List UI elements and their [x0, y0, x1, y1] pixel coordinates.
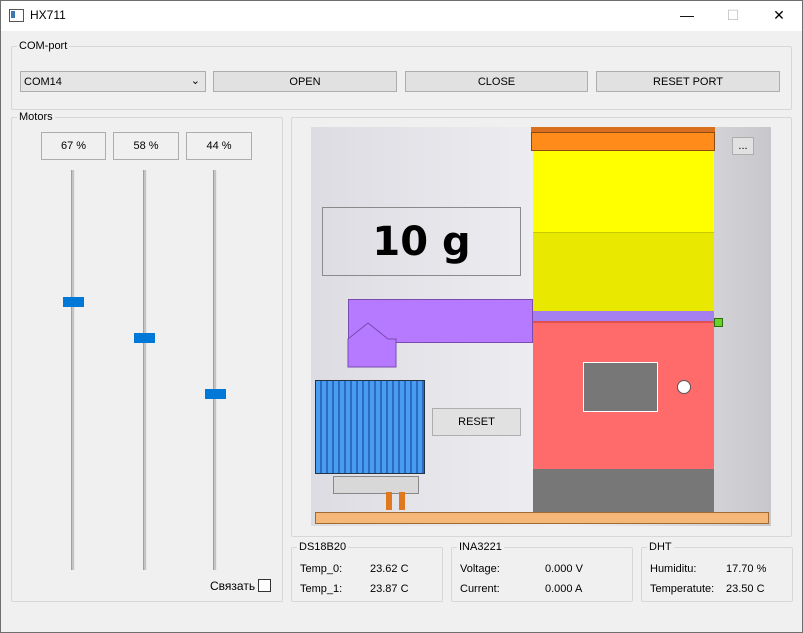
link-motors-label: Связать — [210, 579, 256, 593]
temp0-value: 23.62 C — [370, 563, 409, 575]
machine-display — [583, 362, 658, 412]
chevron-down-icon: ⌄ — [190, 75, 200, 87]
temp0-label: Temp_0: — [300, 563, 343, 575]
motor-leg-left — [386, 492, 392, 510]
motor-leg-right — [399, 492, 405, 510]
hopper-top — [531, 132, 715, 151]
motor-3-percent: 44 % — [186, 132, 252, 160]
motor-1-percent: 67 % — [41, 132, 106, 160]
window-title: HX711 — [30, 8, 66, 22]
minimize-button[interactable]: — — [664, 0, 710, 30]
temp1-value: 23.87 C — [370, 583, 409, 595]
sensor-dot — [714, 318, 723, 327]
fan-block — [315, 380, 425, 474]
motor-2-percent: 58 % — [113, 132, 179, 160]
indicator-light — [677, 380, 691, 394]
scale-scene: 10 g RESET ... — [311, 127, 771, 526]
pipe-elbow — [347, 322, 397, 368]
motors-group-label: Motors — [17, 111, 55, 123]
motor-1-slider-thumb[interactable] — [63, 297, 84, 307]
current-label: Current: — [460, 583, 500, 595]
temperature-value: 23.50 C — [726, 583, 765, 595]
motor-2-slider-track[interactable] — [143, 170, 147, 570]
close-port-button[interactable]: CLOSE — [405, 71, 588, 92]
motor-1-slider-track[interactable] — [71, 170, 75, 570]
scene-floor — [315, 512, 769, 524]
com-port-select[interactable]: COM14 ⌄ — [20, 71, 206, 92]
motor-mount — [333, 476, 419, 494]
maximize-button[interactable]: ☐ — [710, 0, 756, 30]
motors-group — [11, 117, 283, 602]
temp1-label: Temp_1: — [300, 583, 343, 595]
ina3221-group-label: INA3221 — [457, 541, 504, 553]
temperature-label: Temperatute: — [650, 583, 715, 595]
com-port-select-value: COM14 — [24, 75, 62, 88]
hopper-upper — [533, 151, 714, 232]
hopper-divider — [533, 311, 714, 321]
voltage-label: Voltage: — [460, 563, 500, 575]
more-options-button[interactable]: ... — [732, 137, 754, 155]
app-icon — [9, 9, 24, 22]
humidity-label: Humiditu: — [650, 563, 697, 575]
voltage-value: 0.000 V — [545, 563, 583, 575]
ds18b20-group-label: DS18B20 — [297, 541, 349, 553]
reset-port-button[interactable]: RESET PORT — [596, 71, 780, 92]
motor-3-slider-track[interactable] — [213, 170, 217, 570]
link-motors-checkbox[interactable] — [258, 579, 271, 592]
current-value: 0.000 A — [545, 583, 583, 595]
machine-base — [533, 469, 714, 512]
weight-display: 10 g — [322, 207, 521, 276]
open-button[interactable]: OPEN — [213, 71, 397, 92]
dht-group-label: DHT — [647, 541, 674, 553]
reset-scale-button[interactable]: RESET — [432, 408, 521, 436]
com-port-group-label: COM-port — [17, 40, 70, 52]
motor-3-slider-thumb[interactable] — [205, 389, 226, 399]
close-window-button[interactable]: ✕ — [756, 0, 802, 30]
hopper-lower — [533, 232, 714, 312]
motor-2-slider-thumb[interactable] — [134, 333, 155, 343]
humidity-value: 17.70 % — [726, 563, 767, 575]
